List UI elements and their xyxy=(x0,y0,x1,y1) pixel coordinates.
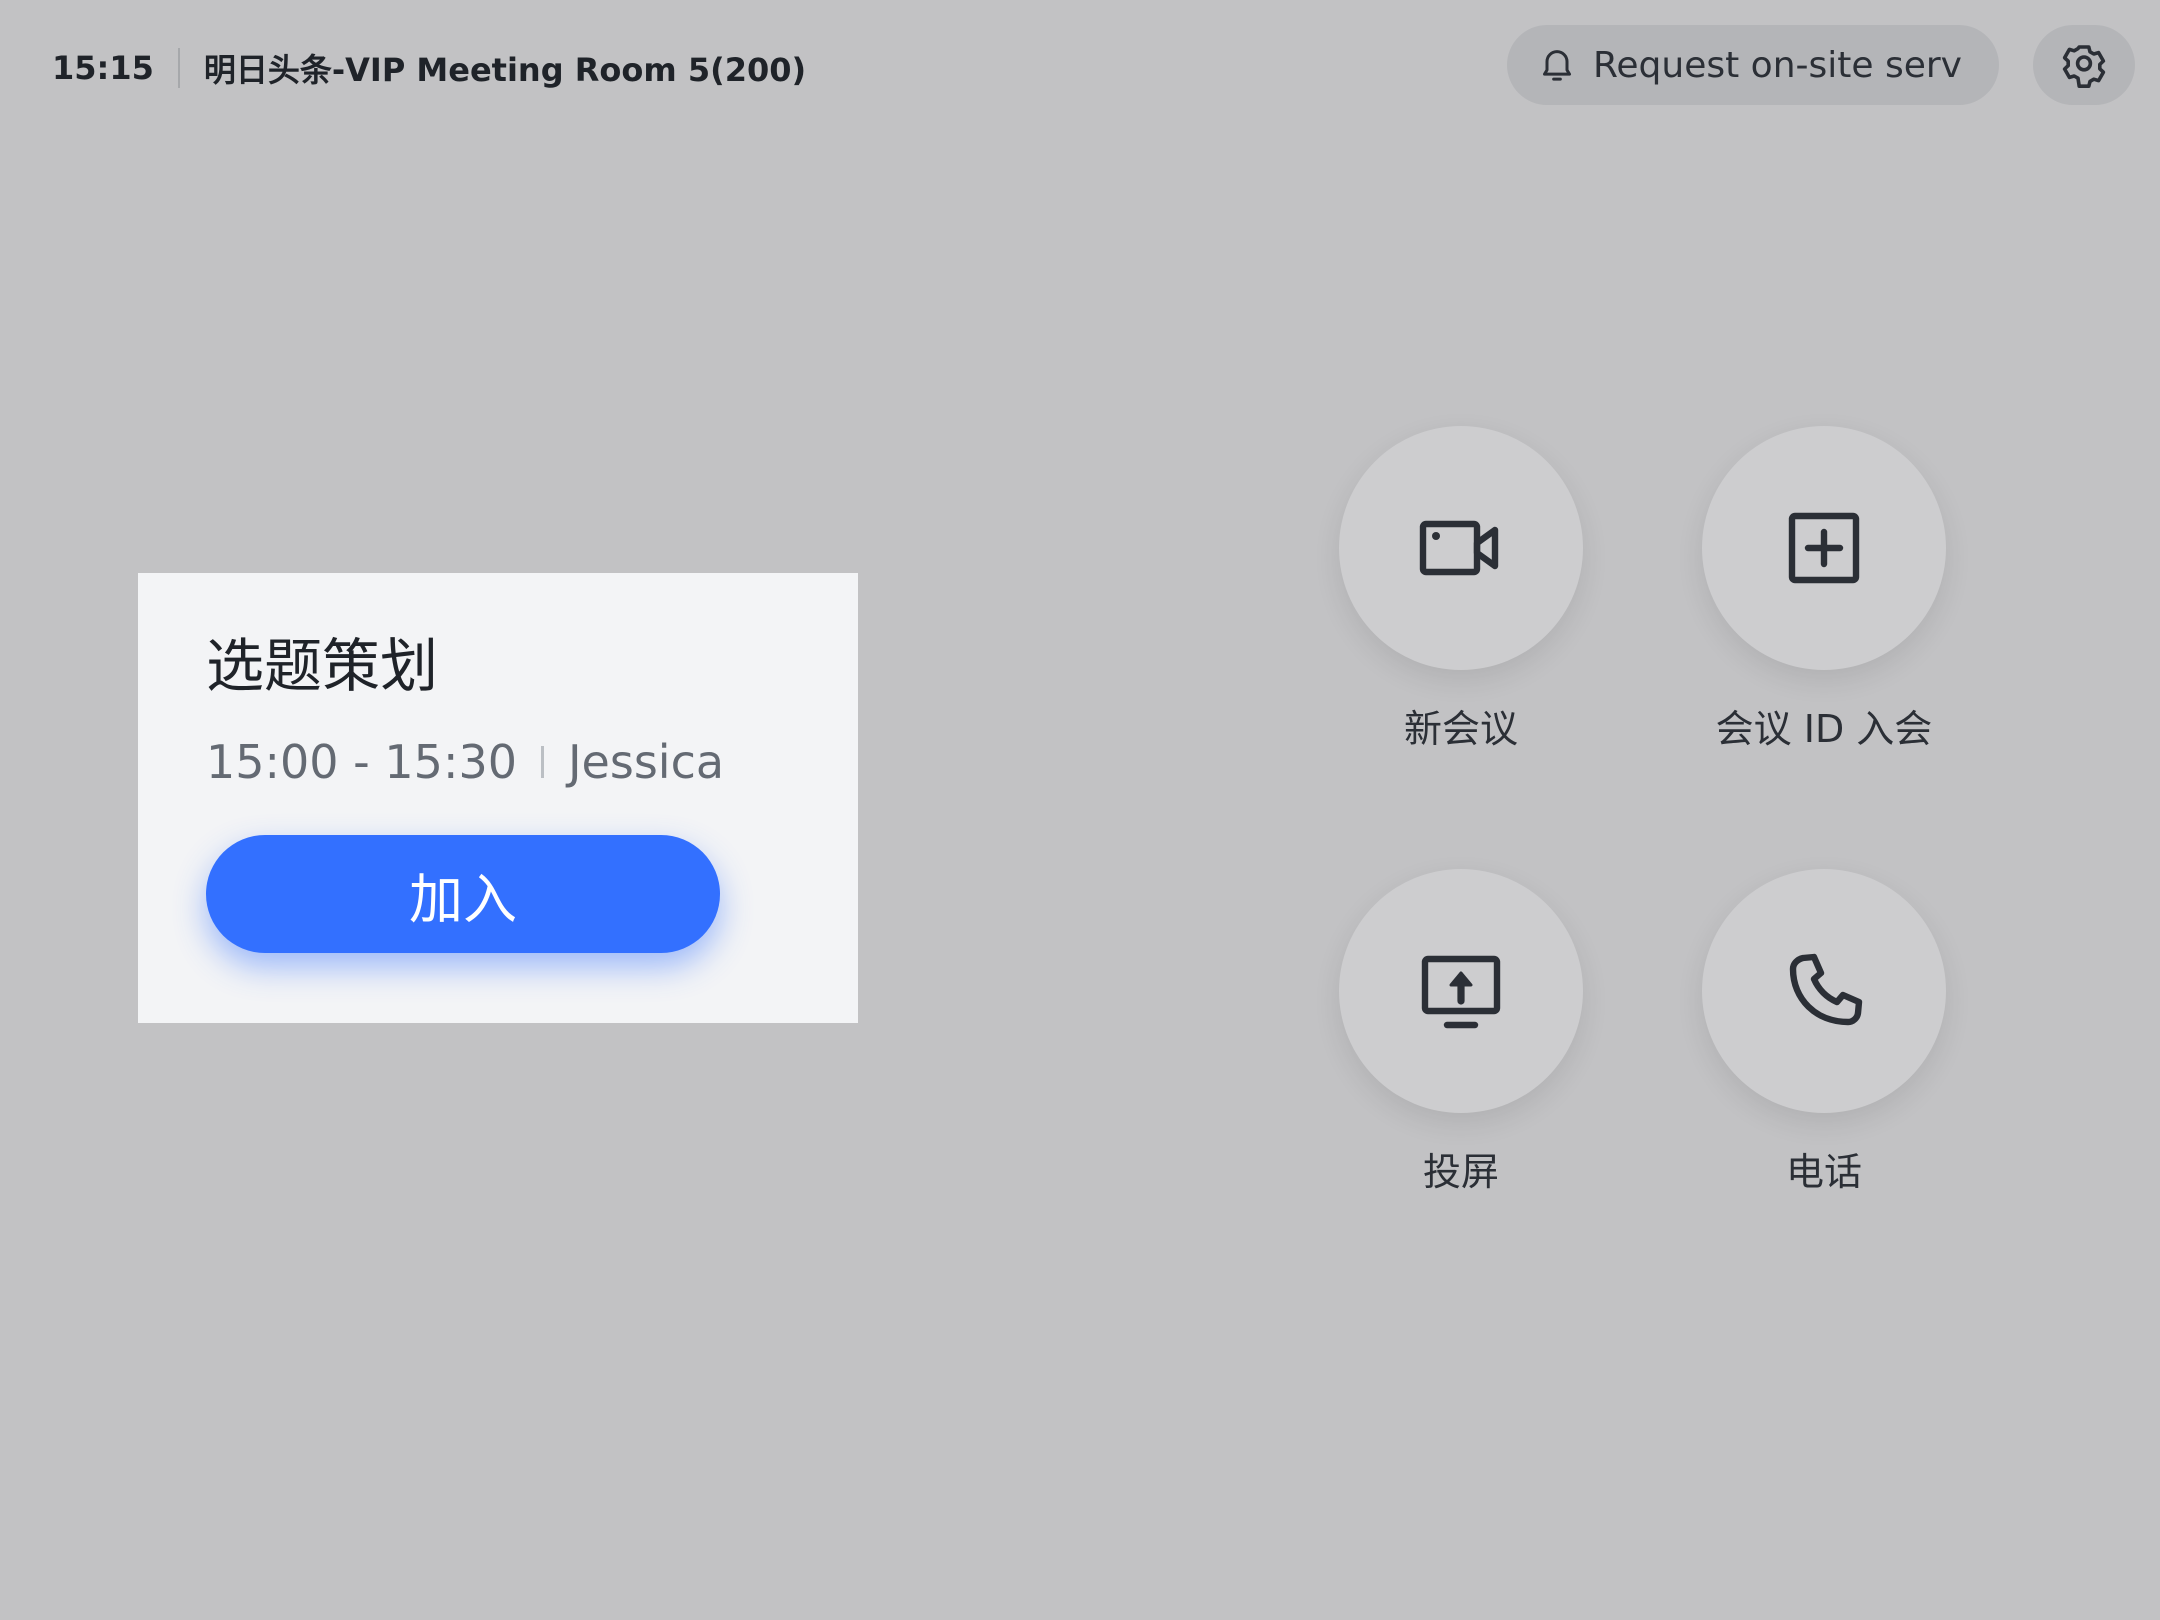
join-by-id-button[interactable] xyxy=(1702,426,1946,670)
action-screen-share: 投屏 xyxy=(1339,869,1583,1196)
screen-share-label: 投屏 xyxy=(1422,1150,1499,1194)
action-join-by-id: 会议 ID 入会 xyxy=(1702,426,1946,753)
new-meeting-button[interactable] xyxy=(1339,426,1583,670)
meta-divider xyxy=(540,746,544,778)
request-service-label: Request on-site serv xyxy=(1593,44,1962,86)
phone-button[interactable] xyxy=(1702,869,1946,1113)
request-service-button[interactable]: Request on-site serv xyxy=(1507,25,1999,105)
new-meeting-label: 新会议 xyxy=(1403,707,1518,751)
meeting-organizer: Jessica xyxy=(567,735,725,789)
phone-icon xyxy=(1789,953,1863,1026)
bell-icon xyxy=(1543,50,1571,81)
status-divider xyxy=(177,48,180,88)
settings-button[interactable] xyxy=(2033,25,2135,105)
plus-square-icon xyxy=(1788,512,1860,584)
gear-icon xyxy=(2062,45,2106,88)
phone-label: 电话 xyxy=(1785,1150,1862,1194)
meeting-card: 选题策划 15:00 - 15:30 Jessica 加入 xyxy=(138,573,858,1023)
action-phone: 电话 xyxy=(1702,869,1946,1196)
join-button[interactable]: 加入 xyxy=(206,835,720,953)
join-by-id-label: 会议 ID 入会 xyxy=(1715,707,1933,751)
screen-share-button[interactable] xyxy=(1339,869,1583,1113)
status-bar: 15:15 明日头条-VIP Meeting Room 5(200) xyxy=(52,44,806,92)
room-name: 明日头条-VIP Meeting Room 5(200) xyxy=(203,51,807,89)
action-new-meeting: 新会议 xyxy=(1339,426,1583,753)
meeting-title: 选题策划 xyxy=(206,632,439,700)
screen-share-icon xyxy=(1421,955,1501,1029)
meeting-meta: 15:00 - 15:30 Jessica xyxy=(206,735,858,789)
meeting-time-range: 15:00 - 15:30 xyxy=(206,735,517,789)
clock: 15:15 xyxy=(52,49,154,87)
video-camera-icon xyxy=(1419,520,1499,576)
